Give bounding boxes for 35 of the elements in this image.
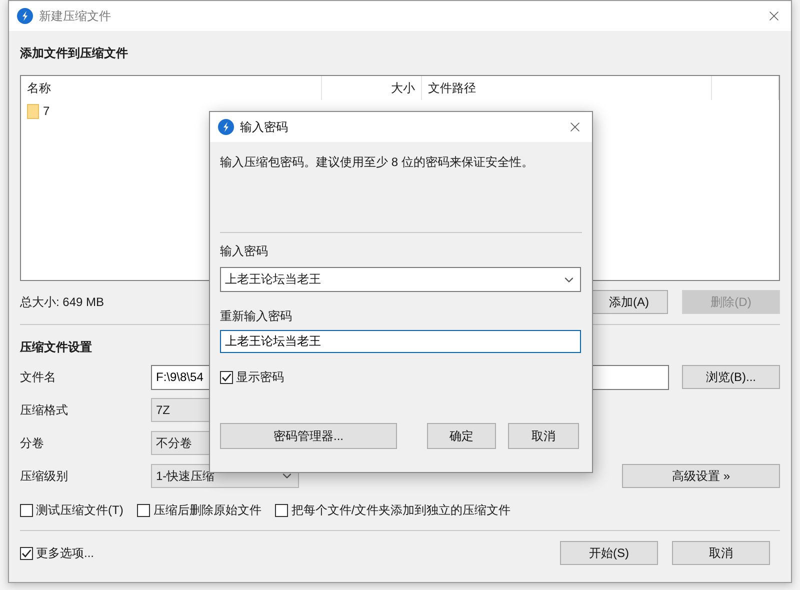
- password-field[interactable]: 上老王论坛当老王: [220, 267, 581, 292]
- dialog-title: 输入密码: [240, 118, 289, 136]
- start-button[interactable]: 开始(S): [560, 541, 658, 565]
- field-label: 压缩级别: [20, 468, 69, 484]
- column-header[interactable]: 大小: [322, 76, 422, 100]
- column-header[interactable]: 名称: [21, 76, 322, 100]
- add-button[interactable]: 添加(A): [590, 290, 668, 314]
- checkbox[interactable]: 测试压缩文件(T): [20, 502, 124, 518]
- advanced-settings-button[interactable]: 高级设置 »: [622, 464, 780, 488]
- checkbox[interactable]: 显示密码: [220, 369, 582, 386]
- field-label: 压缩格式: [20, 402, 69, 418]
- field-label: 输入密码: [220, 243, 269, 259]
- checkbox[interactable]: 压缩后删除原始文件: [137, 502, 262, 518]
- column-header[interactable]: 文件路径: [422, 76, 712, 100]
- app-icon: [218, 119, 234, 135]
- password-manager-button[interactable]: 密码管理器...: [220, 423, 397, 449]
- browse-button[interactable]: 浏览(B)...: [682, 365, 780, 389]
- total-size: 总大小: 649 MB: [20, 294, 106, 310]
- field-label: 文件名: [20, 368, 57, 386]
- hint-text: 输入压缩包密码。建议使用至少 8 位的密码来保证安全性。: [220, 154, 534, 170]
- confirm-password-field[interactable]: 上老王论坛当老王: [220, 330, 581, 353]
- window-title: 新建压缩文件: [39, 8, 112, 24]
- section-heading: 压缩文件设置: [20, 339, 92, 355]
- ok-button[interactable]: 确定: [427, 423, 496, 449]
- check-icon: [21, 548, 32, 558]
- checkbox[interactable]: 更多选项...: [20, 544, 94, 562]
- cancel-button[interactable]: 取消: [508, 423, 579, 449]
- app-icon: [17, 8, 33, 24]
- section-heading: 添加文件到压缩文件: [20, 45, 128, 61]
- field-label: 重新输入密码: [220, 308, 293, 324]
- checkbox[interactable]: 把每个文件/文件夹添加到独立的压缩文件: [275, 502, 511, 518]
- folder-icon: [27, 104, 39, 118]
- field-label: 分卷: [20, 434, 45, 452]
- cancel-button[interactable]: 取消: [672, 541, 770, 565]
- check-icon: [221, 372, 232, 383]
